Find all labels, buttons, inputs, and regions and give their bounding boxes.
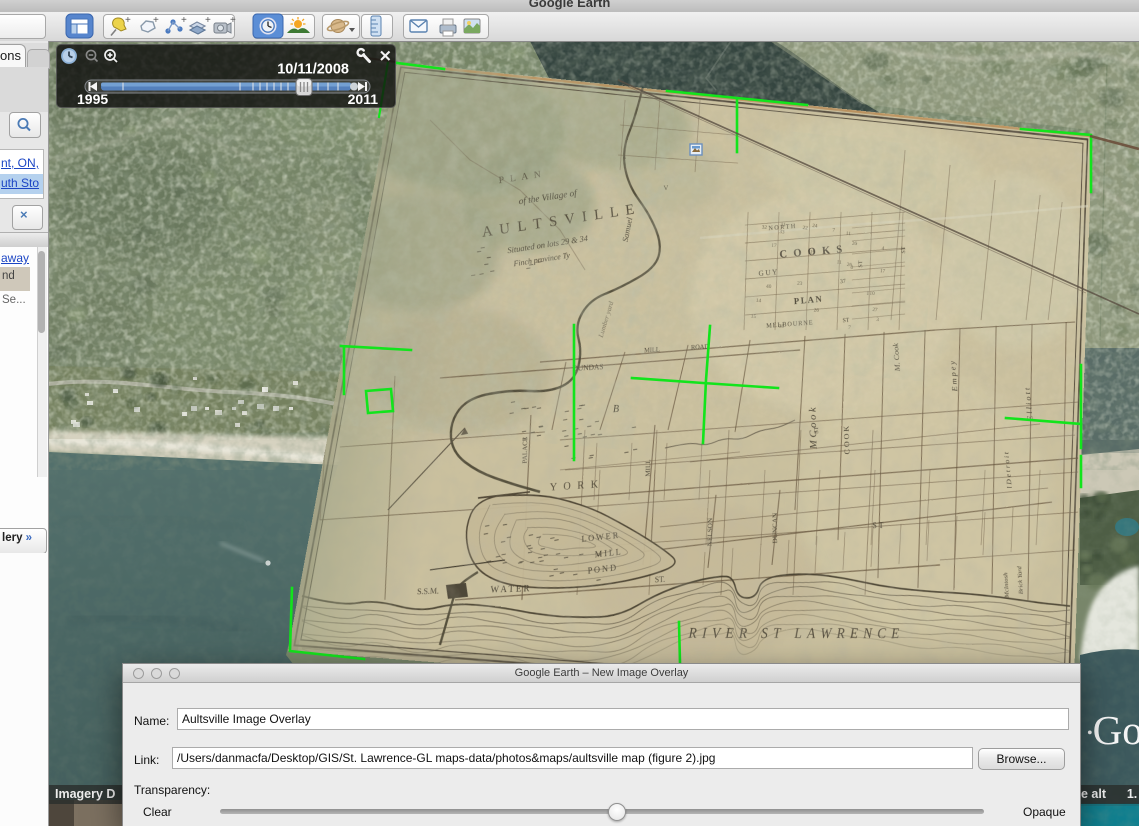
svg-text:+: + [125, 15, 131, 26]
svg-text:1995: 1995 [77, 91, 108, 107]
svg-text:2011: 2011 [348, 91, 379, 107]
svg-text:+: + [205, 15, 211, 26]
svg-text:+: + [181, 15, 187, 26]
svg-text:10/11/2008: 10/11/2008 [277, 62, 349, 78]
svg-text:+: + [230, 15, 236, 26]
svg-text:+: + [153, 15, 159, 26]
